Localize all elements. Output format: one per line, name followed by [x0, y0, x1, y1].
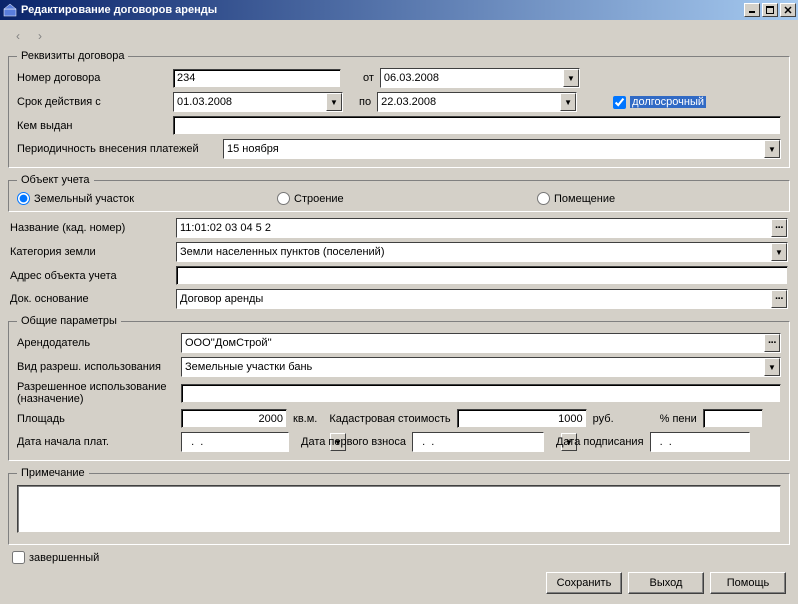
issued-input[interactable] — [173, 116, 781, 135]
dropdown-icon[interactable]: ▼ — [771, 243, 787, 261]
number-label: Номер договора — [17, 72, 167, 84]
term-to-input[interactable] — [378, 93, 560, 111]
purpose-input[interactable] — [181, 384, 781, 403]
purpose-label: Разрешенное использование (назначение) — [17, 381, 175, 405]
sign-input[interactable] — [651, 433, 798, 451]
minimize-button[interactable] — [744, 3, 760, 17]
nav-prev-button[interactable]: ‹ — [10, 28, 26, 44]
ellipsis-button[interactable]: ··· — [771, 290, 787, 308]
sign-combo[interactable]: ▼ — [650, 432, 750, 452]
close-button[interactable] — [780, 3, 796, 17]
titlebar: Редактирование договоров аренды — [0, 0, 798, 20]
pay-start-combo[interactable]: ▼ — [181, 432, 289, 452]
lessor-label: Арендодатель — [17, 337, 175, 349]
cadastral-unit: руб. — [593, 413, 614, 425]
completed-checkbox[interactable]: завершенный — [12, 551, 786, 564]
maximize-button[interactable] — [762, 3, 778, 17]
area-unit: кв.м. — [293, 413, 317, 425]
periodicity-label: Периодичность внесения платежей — [17, 143, 217, 155]
term-from-label: Срок действия с — [17, 96, 167, 108]
common-group: Общие параметры Арендодатель ··· Вид раз… — [8, 315, 790, 461]
penalty-input[interactable] — [703, 409, 763, 428]
number-input[interactable] — [173, 69, 341, 88]
area-label: Площадь — [17, 413, 175, 425]
first-pay-label: Дата первого взноса — [301, 436, 406, 448]
requisites-group: Реквизиты договора Номер договора от ▼ С… — [8, 50, 790, 168]
exit-button[interactable]: Выход — [628, 572, 704, 594]
first-pay-input[interactable] — [413, 433, 561, 451]
periodicity-combo[interactable]: ▼ — [223, 139, 781, 159]
ellipsis-button[interactable]: ··· — [771, 219, 787, 237]
category-input[interactable] — [177, 243, 771, 261]
from-date-input[interactable] — [381, 69, 563, 87]
basis-input[interactable] — [177, 290, 771, 308]
completed-label: завершенный — [29, 552, 99, 564]
pay-start-label: Дата начала плат. — [17, 436, 175, 448]
area-input[interactable] — [181, 409, 287, 428]
dropdown-icon[interactable]: ▼ — [326, 93, 342, 111]
permitted-input[interactable] — [182, 358, 764, 376]
term-to-label: по — [359, 96, 371, 108]
object-name-input[interactable] — [177, 219, 771, 237]
permitted-combo[interactable]: ▼ — [181, 357, 781, 377]
radio-room[interactable]: Помещение — [537, 192, 615, 205]
from-label: от — [363, 72, 374, 84]
address-label: Адрес объекта учета — [10, 270, 170, 282]
app-icon — [2, 2, 18, 18]
window-title: Редактирование договоров аренды — [21, 4, 744, 16]
issued-label: Кем выдан — [17, 120, 167, 132]
object-name-label: Название (кад. номер) — [10, 222, 170, 234]
note-textarea[interactable] — [17, 485, 781, 533]
object-group: Объект учета Земельный участок Строение … — [8, 174, 790, 212]
category-combo[interactable]: ▼ — [176, 242, 788, 262]
save-button[interactable]: Сохранить — [546, 572, 622, 594]
first-pay-combo[interactable]: ▼ — [412, 432, 544, 452]
permitted-label: Вид разреш. использования — [17, 361, 175, 373]
address-input[interactable] — [176, 266, 788, 285]
basis-field[interactable]: ··· — [176, 289, 788, 309]
periodicity-input[interactable] — [224, 140, 764, 158]
lessor-input[interactable] — [182, 334, 764, 352]
object-legend: Объект учета — [17, 174, 94, 186]
cadastral-label: Кадастровая стоимость — [329, 413, 450, 425]
basis-label: Док. основание — [10, 293, 170, 305]
dropdown-icon[interactable]: ▼ — [563, 69, 579, 87]
penalty-label: % пени — [660, 413, 697, 425]
from-date-combo[interactable]: ▼ — [380, 68, 580, 88]
completed-check-input[interactable] — [12, 551, 25, 564]
category-label: Категория земли — [10, 246, 170, 258]
cadastral-input[interactable] — [457, 409, 587, 428]
note-group: Примечание — [8, 467, 790, 545]
requisites-legend: Реквизиты договора — [17, 50, 128, 62]
term-to-combo[interactable]: ▼ — [377, 92, 577, 112]
note-legend: Примечание — [17, 467, 89, 479]
longterm-checkbox[interactable]: долгосрочный — [613, 96, 706, 109]
dropdown-icon[interactable]: ▼ — [764, 140, 780, 158]
longterm-check-input[interactable] — [613, 96, 626, 109]
common-legend: Общие параметры — [17, 315, 121, 327]
object-name-field[interactable]: ··· — [176, 218, 788, 238]
longterm-label: долгосрочный — [630, 96, 706, 108]
lessor-field[interactable]: ··· — [181, 333, 781, 353]
sign-label: Дата подписания — [556, 436, 644, 448]
help-button[interactable]: Помощь — [710, 572, 786, 594]
term-from-combo[interactable]: ▼ — [173, 92, 343, 112]
radio-building[interactable]: Строение — [277, 192, 537, 205]
dropdown-icon[interactable]: ▼ — [764, 358, 780, 376]
radio-land[interactable]: Земельный участок — [17, 192, 277, 205]
dropdown-icon[interactable]: ▼ — [560, 93, 576, 111]
term-from-input[interactable] — [174, 93, 326, 111]
ellipsis-button[interactable]: ··· — [764, 334, 780, 352]
nav-next-button[interactable]: › — [32, 28, 48, 44]
